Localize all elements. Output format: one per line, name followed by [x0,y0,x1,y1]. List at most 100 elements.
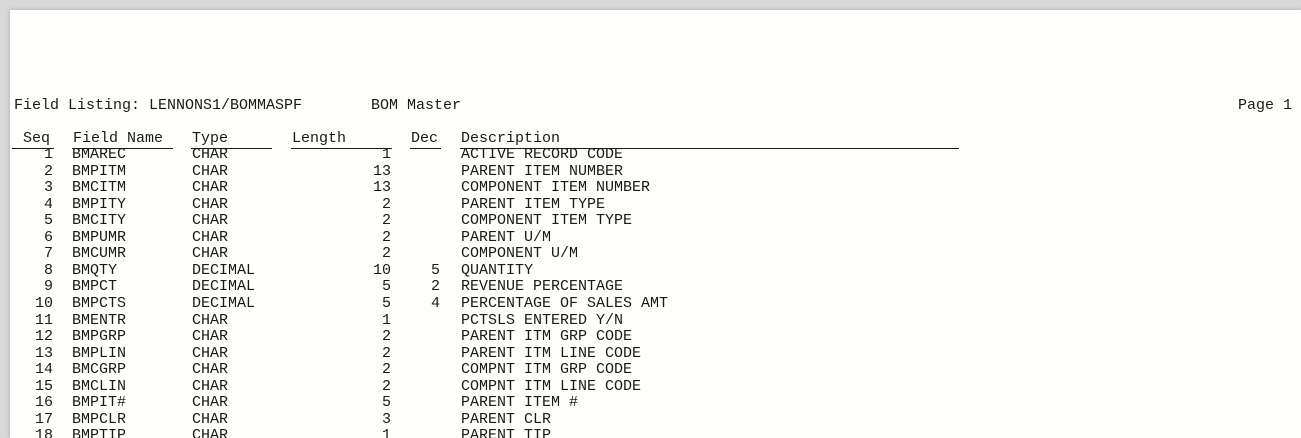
field-type-cell: CHAR [192,212,229,230]
field-length-cell: 1 [381,146,391,163]
field-name-cell: BMPCLR [72,410,127,428]
field-dec-cell: 4 [430,294,440,312]
field-description-cell: PCTSLS ENTERED Y/N [461,311,624,329]
table-row: 8 BMQTY DECIMAL 10 5 QUANTITY [10,261,1301,280]
field-seq-cell: 4 [43,195,53,213]
field-name-cell: BMCUMR [72,245,127,263]
table-row: 15 BMCLIN CHAR 2 COMPNT ITM LINE CODE [10,377,1301,396]
field-length-cell: 2 [381,361,391,379]
table-row: 16 BMPIT# CHAR 5 PARENT ITEM # [10,395,1301,412]
field-length-cell: 5 [381,294,391,312]
table-row: 7 BMCUMR CHAR 2 COMPONENT U/M [10,246,1301,263]
field-length-cell: 2 [381,195,391,213]
field-type-cell: CHAR [192,162,229,180]
field-description-cell: QUANTITY [461,261,534,279]
field-name-cell: BMPITY [72,195,127,213]
table-row: 4 BMPITY CHAR 2 PARENT ITEM TYPE [10,195,1301,214]
field-seq-cell: 6 [43,228,53,246]
table-row: 17 BMPCLR CHAR 3 PARENT CLR [10,410,1301,429]
field-length-cell: 5 [381,394,391,412]
field-description-cell: PARENT ITEM TYPE [461,195,606,213]
field-name-cell: BMCLIN [72,377,127,395]
field-seq-cell: 13 [34,344,53,362]
field-seq-cell: 9 [43,278,53,296]
field-name-cell: BMCITY [72,212,127,230]
field-length-cell: 10 [372,261,391,279]
field-type-cell: CHAR [192,195,229,213]
field-description-cell: COMPONENT ITEM TYPE [461,212,633,230]
column-header-description: Description [461,130,561,147]
field-description-cell: COMPONENT U/M [461,245,579,263]
field-length-cell: 2 [381,245,391,263]
field-seq-cell: 16 [34,394,53,412]
field-description-cell: COMPNT ITM LINE CODE [461,377,642,395]
table-row: 1 BMAREC CHAR 1 ACTIVE RECORD CODE [10,147,1301,164]
field-seq-cell: 2 [43,162,53,180]
field-seq-cell: 1 [43,146,53,163]
column-header-type: Type [192,130,229,147]
field-type-cell: CHAR [192,377,229,395]
field-name-cell: BMENTR [72,311,127,329]
field-length-cell: 1 [381,311,391,329]
field-seq-cell: 11 [34,311,53,329]
field-type-cell: CHAR [192,179,229,197]
table-row: 12 BMPGRP CHAR 2 PARENT ITM GRP CODE [10,329,1301,346]
document-page: Field Listing: LENNONS1/BOMMASPF BOM Mas… [10,10,1301,438]
field-length-cell: 13 [372,162,391,180]
column-header-seq: Seq [23,130,51,147]
field-name-cell: BMPGRP [72,328,127,346]
field-description-cell: ACTIVE RECORD CODE [461,146,624,163]
field-seq-cell: 14 [34,361,53,379]
field-name-cell: BMPCT [72,278,118,296]
field-length-cell: 5 [381,278,391,296]
field-type-cell: DECIMAL [192,278,256,296]
field-seq-cell: 17 [34,410,53,428]
field-name-cell: BMCGRP [72,361,127,379]
field-seq-cell: 18 [34,427,53,438]
table-row: 11 BMENTR CHAR 1 PCTSLS ENTERED Y/N [10,311,1301,330]
field-type-cell: CHAR [192,311,229,329]
field-dec-cell: 5 [430,261,440,279]
field-seq-cell: 5 [43,212,53,230]
field-length-cell: 2 [381,377,391,395]
table-row: 2 BMPITM CHAR 13 PARENT ITEM NUMBER [10,162,1301,181]
field-name-cell: BMAREC [72,146,127,163]
field-description-cell: PARENT TIP [461,427,552,438]
field-seq-cell: 8 [43,261,53,279]
field-description-cell: PARENT CLR [461,410,552,428]
field-description-cell: COMPONENT ITEM NUMBER [461,179,651,197]
field-description-cell: PARENT ITM LINE CODE [461,344,642,362]
field-type-cell: CHAR [192,328,229,346]
field-length-cell: 2 [381,212,391,230]
field-type-cell: DECIMAL [192,294,256,312]
table-row: 5 BMCITY CHAR 2 COMPONENT ITEM TYPE [10,213,1301,230]
table-row: 13 BMPLIN CHAR 2 PARENT ITM LINE CODE [10,344,1301,363]
field-type-cell: CHAR [192,245,229,263]
field-type-cell: CHAR [192,146,229,163]
field-length-cell: 2 [381,328,391,346]
field-length-cell: 3 [381,410,391,428]
table-row: 18 BMPTIP CHAR 1 PARENT TIP [10,428,1301,438]
field-dec-cell: 2 [430,278,440,296]
field-name-cell: BMPTIP [72,427,127,438]
field-name-cell: BMCITM [72,179,127,197]
field-type-cell: CHAR [192,228,229,246]
field-description-cell: PARENT ITEM NUMBER [461,162,624,180]
table-row: 3 BMCITM CHAR 13 COMPONENT ITEM NUMBER [10,180,1301,197]
table-row: 14 BMCGRP CHAR 2 COMPNT ITM GRP CODE [10,362,1301,379]
field-description-cell: REVENUE PERCENTAGE [461,278,624,296]
column-header-dec: Dec [411,130,439,147]
field-description-cell: PERCENTAGE OF SALES AMT [461,294,669,312]
field-name-cell: BMQTY [72,261,118,279]
page-number: Page 1 [1238,97,1293,114]
report-subtitle: BOM Master [371,97,462,114]
field-description-cell: PARENT ITEM # [461,394,579,412]
field-type-cell: CHAR [192,427,229,438]
field-type-cell: CHAR [192,344,229,362]
field-type-cell: CHAR [192,394,229,412]
field-name-cell: BMPLIN [72,344,127,362]
column-header-field-name: Field Name [73,130,164,147]
field-seq-cell: 15 [34,377,53,395]
field-description-cell: PARENT ITM GRP CODE [461,328,633,346]
field-length-cell: 2 [381,344,391,362]
